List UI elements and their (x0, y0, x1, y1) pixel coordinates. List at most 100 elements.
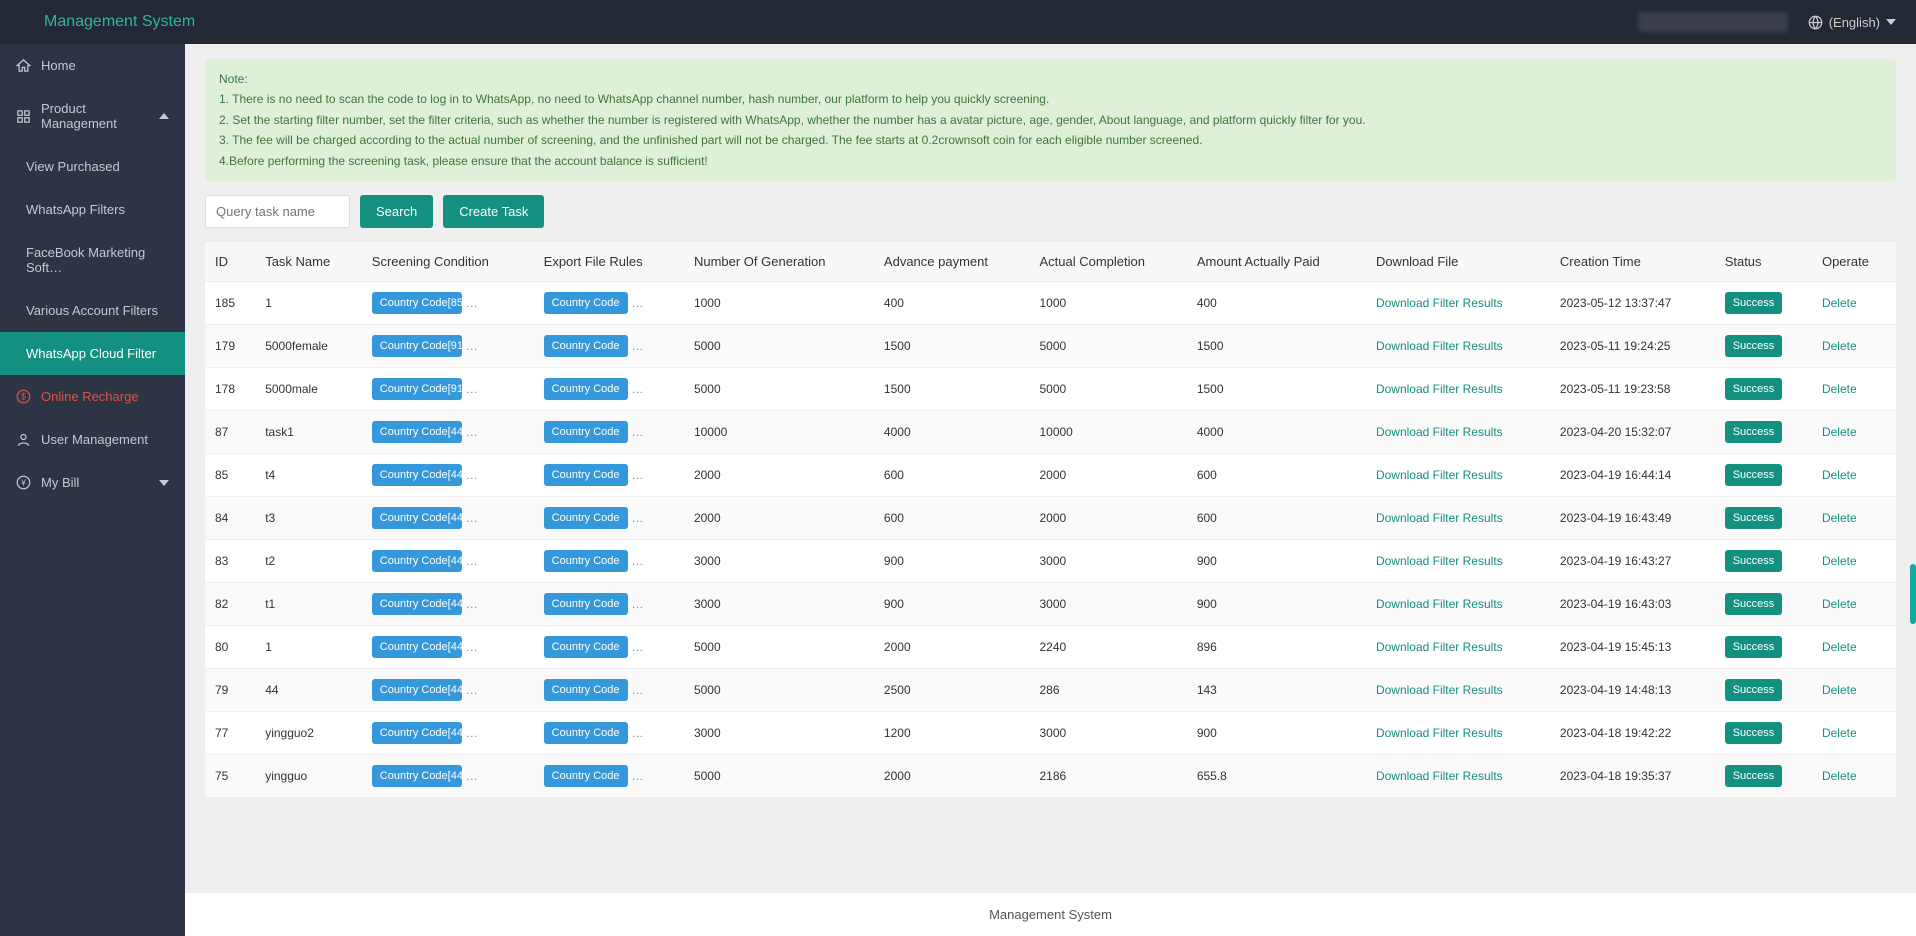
delete-link[interactable]: Delete (1822, 296, 1857, 310)
download-link[interactable]: Download Filter Results (1376, 597, 1503, 611)
cell-export: Country Code… (534, 281, 684, 324)
cell-gen: 1000 (684, 281, 874, 324)
search-input[interactable] (205, 195, 350, 228)
delete-link[interactable]: Delete (1822, 597, 1857, 611)
cell-condition: Country Code[44]… (362, 496, 534, 539)
status-badge: Success (1725, 679, 1783, 701)
sidebar-item-various-account-filters[interactable]: Various Account Filters (0, 289, 185, 332)
delete-link[interactable]: Delete (1822, 683, 1857, 697)
search-button[interactable]: Search (360, 195, 433, 228)
sidebar-item-facebook-marketing[interactable]: FaceBook Marketing Soft… (0, 231, 185, 289)
delete-link[interactable]: Delete (1822, 769, 1857, 783)
download-link[interactable]: Download Filter Results (1376, 296, 1503, 310)
status-badge: Success (1725, 421, 1783, 443)
ellipsis-icon: … (466, 597, 478, 611)
delete-link[interactable]: Delete (1822, 554, 1857, 568)
footer-text: Management System (989, 907, 1112, 922)
cell-gen: 5000 (684, 754, 874, 797)
condition-tag: Country Code[44] (372, 679, 462, 701)
cell-task-name: 44 (255, 668, 362, 711)
notice-line: 4.Before performing the screening task, … (219, 151, 1882, 171)
condition-tag: Country Code[91] (372, 335, 462, 357)
status-badge: Success (1725, 636, 1783, 658)
download-link[interactable]: Download Filter Results (1376, 468, 1503, 482)
delete-link[interactable]: Delete (1822, 726, 1857, 740)
table-row: 83 t2 Country Code[44]… Country Code… 30… (205, 539, 1896, 582)
user-icon (16, 432, 31, 447)
sidebar-item-user-management[interactable]: User Management (0, 418, 185, 461)
download-link[interactable]: Download Filter Results (1376, 339, 1503, 353)
sidebar-item-home[interactable]: Home (0, 44, 185, 87)
sidebar-item-whatsapp-cloud-filter[interactable]: WhatsApp Cloud Filter (0, 332, 185, 375)
cell-task-name: 1 (255, 625, 362, 668)
table-row: 185 1 Country Code[852]… Country Code… 1… (205, 281, 1896, 324)
cell-download: Download Filter Results (1366, 367, 1550, 410)
globe-icon (1808, 15, 1823, 30)
cell-export: Country Code… (534, 496, 684, 539)
cell-operate: Delete (1812, 668, 1896, 711)
status-badge: Success (1725, 378, 1783, 400)
delete-link[interactable]: Delete (1822, 382, 1857, 396)
cell-status: Success (1715, 711, 1812, 754)
create-task-button[interactable]: Create Task (443, 195, 544, 228)
cell-status: Success (1715, 582, 1812, 625)
language-selector[interactable]: (English) (1808, 15, 1896, 30)
status-badge: Success (1725, 335, 1783, 357)
export-tag: Country Code (544, 507, 628, 529)
export-tag: Country Code (544, 679, 628, 701)
download-link[interactable]: Download Filter Results (1376, 726, 1503, 740)
table-header-row: ID Task Name Screening Condition Export … (205, 242, 1896, 282)
download-link[interactable]: Download Filter Results (1376, 382, 1503, 396)
cell-status: Success (1715, 539, 1812, 582)
user-info[interactable] (1638, 12, 1788, 32)
download-link[interactable]: Download Filter Results (1376, 511, 1503, 525)
delete-link[interactable]: Delete (1822, 640, 1857, 654)
cell-task-name: yingguo (255, 754, 362, 797)
sidebar-item-view-purchased[interactable]: View Purchased (0, 145, 185, 188)
cell-paid: 4000 (1187, 410, 1366, 453)
cell-adv: 900 (874, 582, 1030, 625)
download-link[interactable]: Download Filter Results (1376, 554, 1503, 568)
download-link[interactable]: Download Filter Results (1376, 683, 1503, 697)
col-screening-condition: Screening Condition (362, 242, 534, 282)
download-link[interactable]: Download Filter Results (1376, 769, 1503, 783)
condition-tag: Country Code[44] (372, 593, 462, 615)
cell-adv: 600 (874, 496, 1030, 539)
export-tag: Country Code (544, 636, 628, 658)
cell-adv: 2000 (874, 754, 1030, 797)
delete-link[interactable]: Delete (1822, 468, 1857, 482)
cell-id: 85 (205, 453, 255, 496)
cell-id: 79 (205, 668, 255, 711)
cell-paid: 900 (1187, 539, 1366, 582)
sidebar-item-whatsapp-filters[interactable]: WhatsApp Filters (0, 188, 185, 231)
delete-link[interactable]: Delete (1822, 339, 1857, 353)
ellipsis-icon: … (632, 468, 644, 482)
sidebar-item-online-recharge[interactable]: $ Online Recharge (0, 375, 185, 418)
cell-act: 286 (1029, 668, 1186, 711)
sidebar-item-label: Home (41, 58, 76, 73)
cell-download: Download Filter Results (1366, 410, 1550, 453)
notice-line: 3. The fee will be charged according to … (219, 130, 1882, 150)
cell-task-name: t1 (255, 582, 362, 625)
table-row: 80 1 Country Code[44]… Country Code… 500… (205, 625, 1896, 668)
col-download-file: Download File (1366, 242, 1550, 282)
download-link[interactable]: Download Filter Results (1376, 425, 1503, 439)
export-tag: Country Code (544, 378, 628, 400)
ellipsis-icon: … (466, 554, 478, 568)
col-export-rules: Export File Rules (534, 242, 684, 282)
ellipsis-icon: … (466, 468, 478, 482)
sidebar-item-product-management[interactable]: Product Management (0, 87, 185, 145)
task-table: ID Task Name Screening Condition Export … (205, 242, 1896, 798)
delete-link[interactable]: Delete (1822, 425, 1857, 439)
download-link[interactable]: Download Filter Results (1376, 640, 1503, 654)
scroll-thumb[interactable] (1910, 564, 1916, 624)
home-icon (16, 58, 31, 73)
sidebar: Home Product Management View Purchased W… (0, 44, 185, 936)
status-badge: Success (1725, 464, 1783, 486)
delete-link[interactable]: Delete (1822, 511, 1857, 525)
cell-id: 75 (205, 754, 255, 797)
sidebar-item-my-bill[interactable]: ¥ My Bill (0, 461, 185, 504)
cell-paid: 896 (1187, 625, 1366, 668)
cell-condition: Country Code[852]… (362, 281, 534, 324)
ellipsis-icon: … (466, 339, 478, 353)
